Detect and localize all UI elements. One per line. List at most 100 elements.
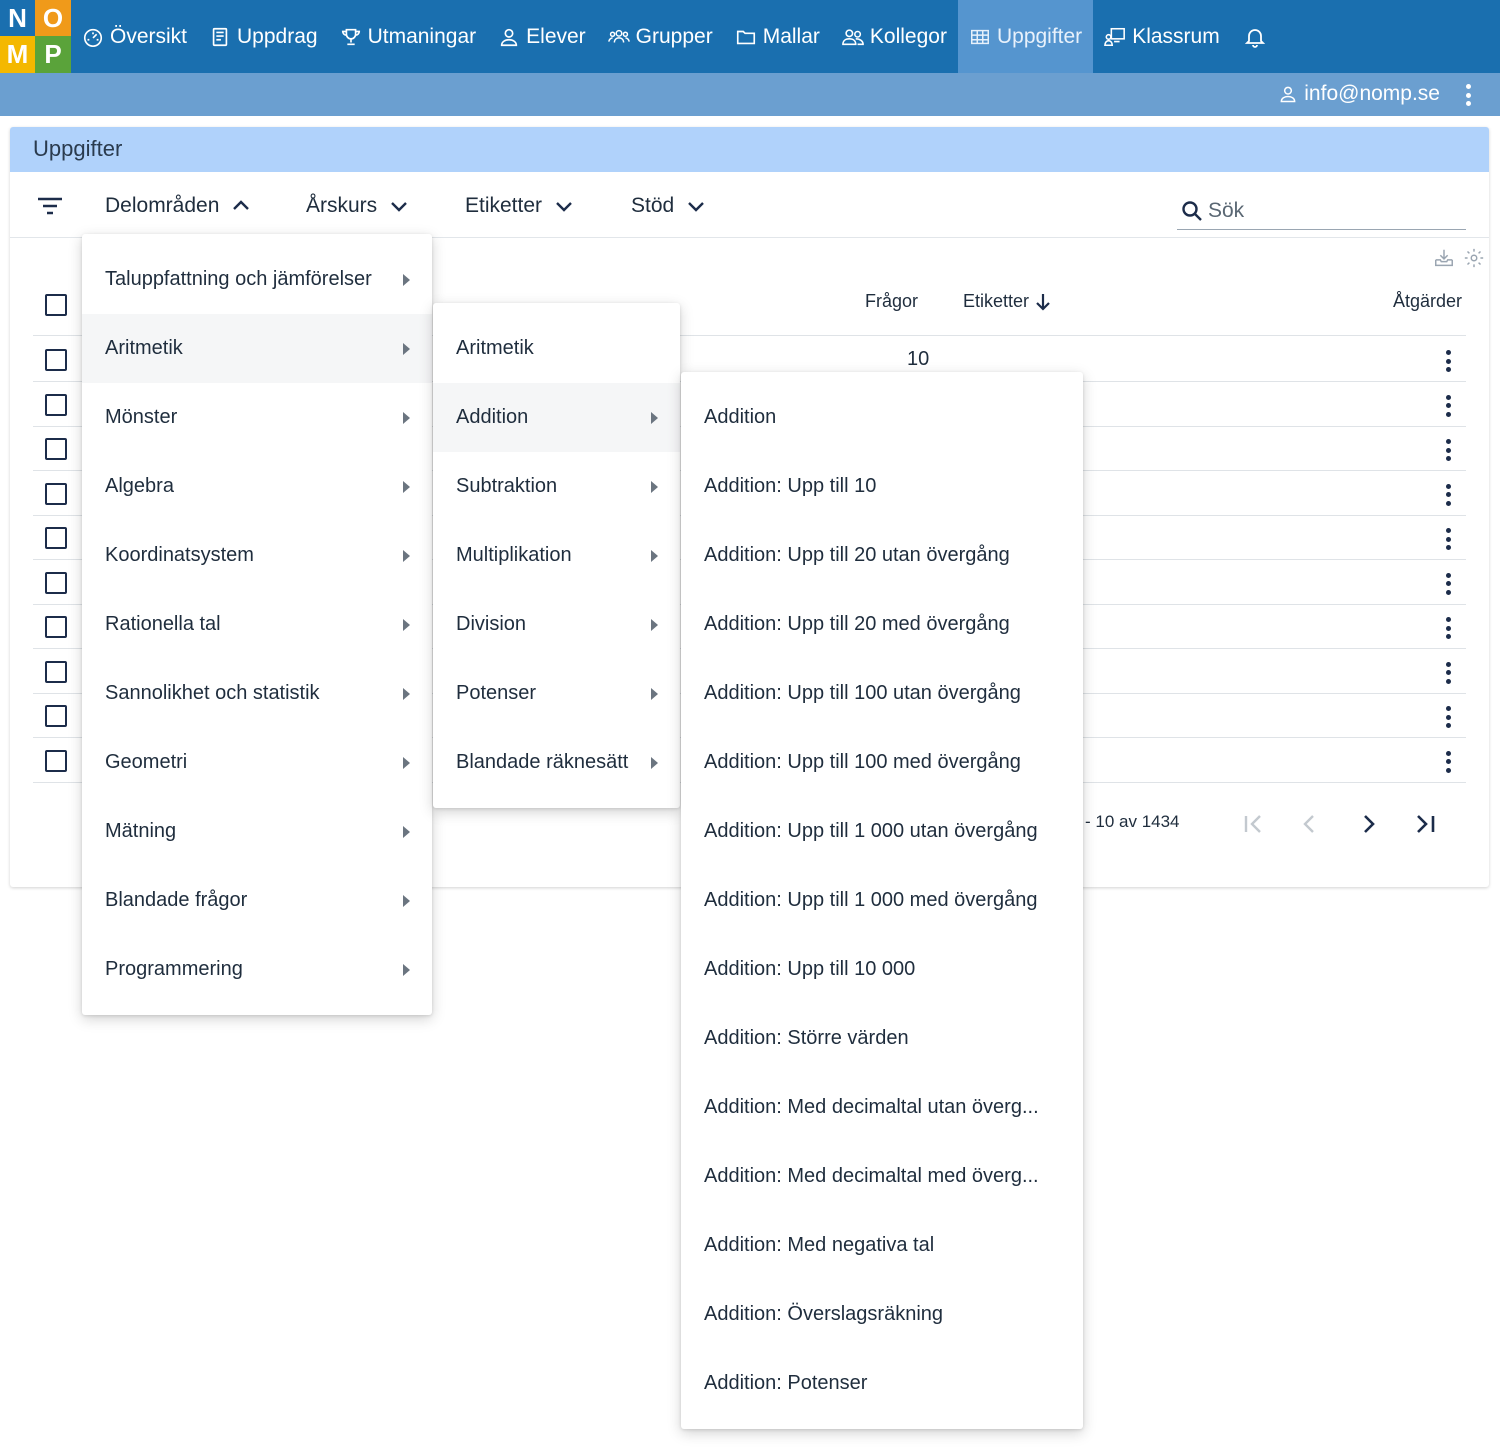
nav-oversikt[interactable]: Översikt: [71, 0, 198, 73]
addition-menu-item[interactable]: Addition: Med decimaltal med överg...: [681, 1142, 1083, 1211]
nomp-logo[interactable]: N O M P: [0, 0, 71, 73]
filter-stod[interactable]: Stöd: [631, 194, 706, 218]
download-icon[interactable]: [1433, 247, 1455, 269]
submenu-arrow-icon: [403, 963, 410, 976]
aritmetik-menu-item[interactable]: Potenser: [433, 659, 680, 728]
user-menu[interactable]: info@nomp.se: [1278, 82, 1440, 106]
row-checkbox[interactable]: [45, 349, 67, 371]
addition-menu-item[interactable]: Addition: Upp till 10: [681, 452, 1083, 521]
user-email: info@nomp.se: [1304, 82, 1440, 105]
addition-menu-item[interactable]: Addition: Med negativa tal: [681, 1211, 1083, 1280]
aritmetik-menu-item[interactable]: Subtraktion: [433, 452, 680, 521]
addition-menu-item[interactable]: Addition: Upp till 20 utan övergång: [681, 521, 1083, 590]
addition-menu-item[interactable]: Addition: Större värden: [681, 1004, 1083, 1073]
row-checkbox[interactable]: [45, 749, 67, 772]
row-actions-button[interactable]: [1443, 393, 1453, 419]
delomraden-menu-item[interactable]: Mätning: [82, 797, 432, 866]
filter-bar: Delområden Årskurs Etiketter Stöd Sök: [10, 172, 1489, 238]
nav-klassrum[interactable]: Klassrum: [1093, 0, 1231, 73]
filter-arskurs[interactable]: Årskurs: [306, 194, 409, 218]
addition-menu-item[interactable]: Addition: Upp till 100 med övergång: [681, 728, 1083, 797]
column-header-fragor[interactable]: Frågor: [865, 291, 918, 312]
row-checkbox[interactable]: [45, 438, 67, 460]
delomraden-menu-item[interactable]: Mönster: [82, 383, 432, 452]
row-checkbox[interactable]: [45, 660, 67, 683]
delomraden-menu-item[interactable]: Algebra: [82, 452, 432, 521]
nav-label: Uppgifter: [996, 24, 1083, 48]
submenu-arrow-icon: [651, 549, 658, 562]
notifications-button[interactable]: [1231, 0, 1279, 73]
delomraden-menu-item[interactable]: Taluppfattning och jämförelser: [82, 245, 432, 314]
row-actions-button[interactable]: [1443, 615, 1453, 641]
row-actions-button[interactable]: [1443, 526, 1453, 552]
row-actions-button[interactable]: [1443, 571, 1453, 597]
row-actions-button[interactable]: [1443, 348, 1453, 374]
nav-kollegor[interactable]: Kollegor: [831, 0, 958, 73]
gear-icon[interactable]: [1463, 247, 1485, 269]
next-page-button[interactable]: [1353, 809, 1383, 839]
column-header-label: Etiketter: [963, 291, 1030, 311]
aritmetik-menu-item[interactable]: Blandade räknesätt: [433, 728, 680, 797]
row-checkbox[interactable]: [45, 705, 67, 727]
submenu-arrow-icon: [403, 756, 410, 769]
folder-icon: [736, 30, 755, 44]
filter-icon[interactable]: [37, 196, 63, 216]
filter-label: Årskurs: [306, 194, 378, 217]
aritmetik-menu-item[interactable]: Division: [433, 590, 680, 659]
nav-grupper[interactable]: Grupper: [597, 0, 724, 73]
delomraden-menu-item[interactable]: Programmering: [82, 935, 432, 1004]
logo-letter-o: O: [35, 0, 71, 36]
nav-uppdrag[interactable]: Uppdrag: [198, 0, 329, 73]
row-checkbox[interactable]: [45, 616, 67, 638]
filter-etiketter[interactable]: Etiketter: [465, 194, 574, 218]
filter-delomraden[interactable]: Delområden: [105, 194, 251, 218]
aritmetik-menu-item-label: Subtraktion: [456, 475, 558, 497]
row-actions-button[interactable]: [1443, 704, 1453, 730]
addition-menu-item[interactable]: Addition: Upp till 1 000 utan övergång: [681, 797, 1083, 866]
column-header-atgarder: Åtgärder: [1393, 291, 1463, 311]
select-all-checkbox[interactable]: [45, 294, 67, 316]
delomraden-menu-item[interactable]: Sannolikhet och statistik: [82, 659, 432, 728]
submenu-arrow-icon: [651, 756, 658, 769]
aritmetik-menu-item[interactable]: Addition: [433, 383, 680, 452]
row-checkbox[interactable]: [45, 571, 67, 594]
addition-menu-item[interactable]: Addition: Överslagsräkning: [681, 1280, 1083, 1349]
last-page-button[interactable]: [1411, 809, 1441, 839]
row-checkbox[interactable]: [45, 393, 67, 416]
aritmetik-menu-item-label: Aritmetik: [456, 337, 534, 359]
aritmetik-submenu: Aritmetik Addition Subtraktion Multiplikati…: [433, 303, 680, 808]
delomraden-menu-item[interactable]: Aritmetik: [82, 314, 432, 383]
delomraden-menu-item[interactable]: Blandade frågor: [82, 866, 432, 935]
search-placeholder: Sök: [1208, 198, 1245, 222]
row-actions-button[interactable]: [1443, 482, 1453, 508]
row-actions-button[interactable]: [1443, 660, 1453, 686]
previous-page-button[interactable]: [1295, 809, 1325, 839]
addition-menu-item[interactable]: Addition: Upp till 100 utan övergång: [681, 659, 1083, 728]
nav-mallar[interactable]: Mallar: [724, 0, 831, 73]
first-page-button[interactable]: [1238, 809, 1268, 839]
delomraden-menu-item[interactable]: Rationella tal: [82, 590, 432, 659]
column-header-etiketter[interactable]: Etiketter: [963, 291, 1051, 312]
row-checkbox[interactable]: [45, 527, 67, 549]
addition-menu-item[interactable]: Addition: [681, 383, 1083, 452]
more-menu-button[interactable]: [1458, 81, 1478, 109]
nav-uppgifter[interactable]: Uppgifter: [957, 0, 1094, 73]
search-input[interactable]: Sök: [1177, 192, 1466, 230]
aritmetik-menu-item[interactable]: Aritmetik: [433, 314, 680, 383]
aritmetik-menu-item[interactable]: Multiplikation: [433, 521, 680, 590]
delomraden-menu-item[interactable]: Geometri: [82, 728, 432, 797]
addition-menu-item[interactable]: Addition: Upp till 1 000 med övergång: [681, 866, 1083, 935]
chevron-down-icon: [556, 202, 572, 212]
search-icon: [1182, 200, 1202, 221]
nav-utmaningar[interactable]: Utmaningar: [329, 0, 488, 73]
row-checkbox[interactable]: [45, 482, 67, 505]
delomraden-menu-item[interactable]: Koordinatsystem: [82, 521, 432, 590]
row-actions-button[interactable]: [1443, 749, 1453, 775]
addition-menu-item[interactable]: Addition: Potenser: [681, 1349, 1083, 1418]
row-actions-button[interactable]: [1443, 437, 1453, 463]
addition-menu-item[interactable]: Addition: Upp till 10 000: [681, 935, 1083, 1004]
nav-elever[interactable]: Elever: [487, 0, 597, 73]
nav-label: Grupper: [635, 24, 713, 48]
addition-menu-item[interactable]: Addition: Upp till 20 med övergång: [681, 590, 1083, 659]
addition-menu-item[interactable]: Addition: Med decimaltal utan överg...: [681, 1073, 1083, 1142]
